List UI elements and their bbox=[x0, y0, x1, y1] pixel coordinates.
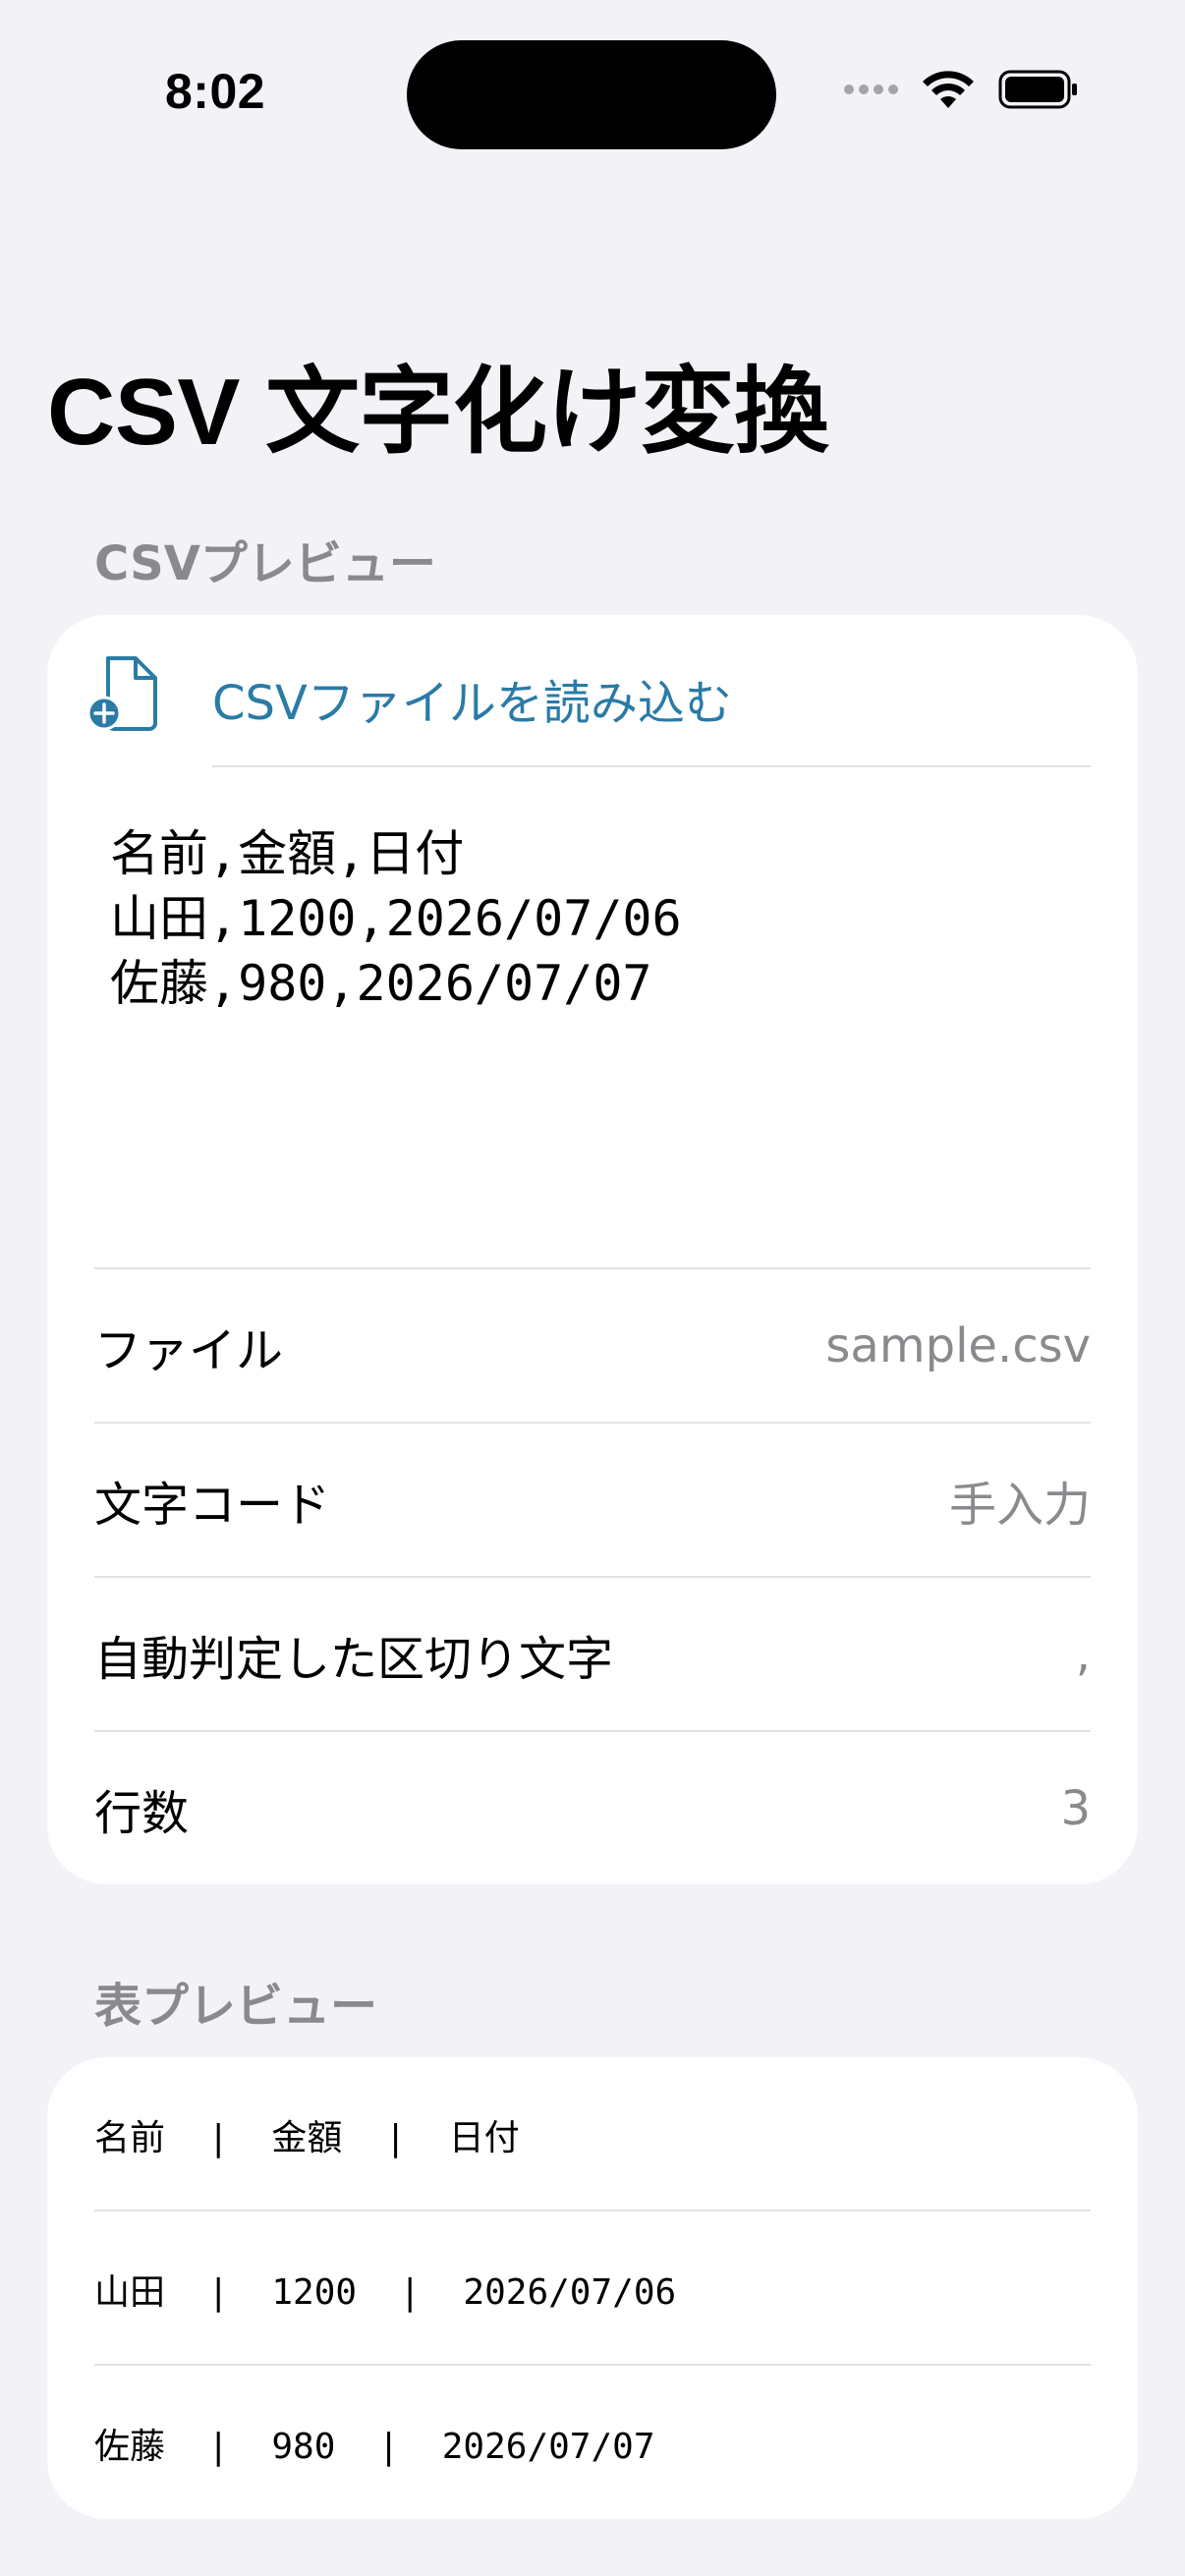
wifi-icon bbox=[923, 71, 974, 108]
csv-card: CSVファイルを読み込む 名前,金額,日付 山田,1200,2026/07/06… bbox=[47, 615, 1138, 1884]
table-section-header: 表プレビュー bbox=[94, 1979, 378, 2034]
table-row-text: 佐藤 | 980 | 2026/07/07 bbox=[94, 2426, 655, 2467]
divider bbox=[212, 765, 1091, 767]
table-row: 名前 | 金額 | 日付 bbox=[94, 2057, 1091, 2212]
table-row: 佐藤 | 980 | 2026/07/07 bbox=[94, 2366, 1091, 2519]
status-icons bbox=[844, 69, 1079, 110]
table-row: 山田 | 1200 | 2026/07/06 bbox=[94, 2212, 1091, 2366]
table-row-text: 名前 | 金額 | 日付 bbox=[94, 2117, 520, 2158]
info-label: 文字コード bbox=[94, 1477, 331, 1533]
info-value: 手入力 bbox=[948, 1477, 1091, 1533]
load-csv-button[interactable]: CSVファイルを読み込む bbox=[47, 615, 1138, 766]
load-csv-label: CSVファイルを読み込む bbox=[212, 676, 732, 731]
cellular-dots-icon bbox=[844, 84, 898, 94]
info-row-delimiter: 自動判定した区切り文字 , bbox=[94, 1578, 1091, 1730]
table-card: 名前 | 金額 | 日付 山田 | 1200 | 2026/07/06 佐藤 |… bbox=[47, 2057, 1138, 2519]
info-value: sample.csv bbox=[825, 1317, 1091, 1373]
table-row-text: 山田 | 1200 | 2026/07/06 bbox=[94, 2271, 677, 2313]
csv-preview-text[interactable]: 名前,金額,日付 山田,1200,2026/07/06 佐藤,980,2026/… bbox=[110, 821, 1073, 1165]
info-label: 自動判定した区切り文字 bbox=[94, 1631, 614, 1687]
info-label: 行数 bbox=[94, 1785, 190, 1841]
info-row-encoding[interactable]: 文字コード 手入力 bbox=[94, 1424, 1091, 1576]
info-label: ファイル bbox=[94, 1322, 284, 1378]
page-title: CSV 文字化け変換 bbox=[47, 360, 829, 465]
info-row-line-count: 行数 3 bbox=[94, 1732, 1091, 1884]
info-value: 3 bbox=[1060, 1780, 1091, 1836]
document-add-icon bbox=[86, 656, 157, 731]
battery-icon bbox=[998, 70, 1077, 109]
screen: 8:02 CSV 文字化け変換 CSVプレビュー CSVファイルを読み込む 名前… bbox=[0, 0, 1185, 2576]
dynamic-island bbox=[407, 40, 776, 149]
status-time: 8:02 bbox=[165, 64, 266, 119]
info-value: , bbox=[1075, 1626, 1091, 1682]
csv-section-header: CSVプレビュー bbox=[94, 536, 436, 591]
info-row-file: ファイル sample.csv bbox=[94, 1269, 1091, 1422]
